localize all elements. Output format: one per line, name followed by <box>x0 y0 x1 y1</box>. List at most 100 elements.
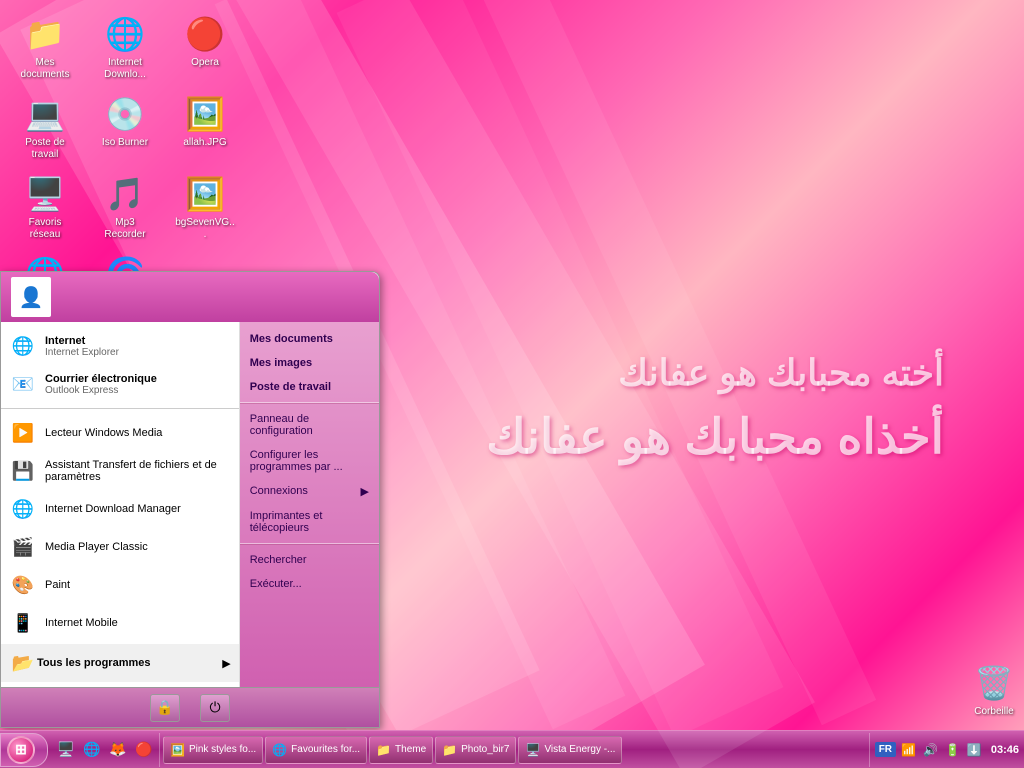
start-orb: ⊞ <box>7 736 35 764</box>
image-icon: 🖼️ <box>185 94 225 134</box>
menu-item-internet[interactable]: 🌐 Internet Internet Explorer <box>1 327 239 365</box>
start-button[interactable]: ⊞ <box>0 733 48 767</box>
menu-item-idm[interactable]: 🌐 Internet Download Manager <box>1 490 239 528</box>
taskbar-item-favourites[interactable]: 🌐 Favourites for... <box>265 736 367 764</box>
right-item-panneau-config[interactable]: Panneau de configuration <box>240 407 379 443</box>
icon-label: Iso Burner <box>102 137 148 149</box>
menu-item-lecteur-media[interactable]: ▶️ Lecteur Windows Media <box>1 414 239 452</box>
arrow-right-icon: ▶ <box>361 485 369 498</box>
right-divider-2 <box>240 543 379 545</box>
icon-row-0: 📁 Mes documents 🌐 Internet Downlo... 🔴 O… <box>10 10 240 85</box>
start-menu: 👤 🌐 Internet Internet Explorer 📧 <box>0 271 380 728</box>
recycle-bin[interactable]: 🗑️ Corbeille <box>974 663 1014 718</box>
menu-item-media-player-classic[interactable]: 🎬 Media Player Classic <box>1 528 239 566</box>
icon-row-1: 💻 Poste de travail 💿 Iso Burner 🖼️ allah… <box>10 90 240 165</box>
desktop: أخته محبابك هو عفانك أخذاه محبابك هو عفا… <box>0 0 1024 768</box>
start-menu-left: 🌐 Internet Internet Explorer 📧 Courrier … <box>1 322 240 687</box>
network-icon: 🖥️ <box>25 174 65 214</box>
language-indicator[interactable]: FR <box>875 742 896 757</box>
desktop-icon-poste-travail[interactable]: 💻 Poste de travail <box>10 90 80 165</box>
icon-label: Favoris réseau <box>14 217 76 241</box>
ie-menu-icon: 🌐 <box>9 332 37 360</box>
icon-label: bgSevenVG... <box>174 217 236 241</box>
tray-icon-battery[interactable]: 🔋 <box>943 741 962 759</box>
power-button[interactable]: ⏻ <box>200 694 230 722</box>
icon-label: allah.JPG <box>183 137 226 149</box>
ql-opera-btn[interactable]: 🔴 <box>132 738 156 762</box>
mpc-menu-icon: 🎬 <box>9 533 37 561</box>
desktop-arabic-text: أخته محبابك هو عفانك أخذاه محبابك هو عفا… <box>486 350 944 469</box>
transfer-menu-icon: 💾 <box>9 457 37 485</box>
taskbar-item-icon: 🌐 <box>272 743 287 757</box>
icon-label: Internet Downlo... <box>94 57 156 81</box>
programs-icon: 📂 <box>9 649 37 677</box>
start-menu-body: 🌐 Internet Internet Explorer 📧 Courrier … <box>1 322 379 687</box>
icon-row-2: 🖥️ Favoris réseau 🎵 Mp3 Recorder 🖼️ bgSe… <box>10 170 240 245</box>
lock-button[interactable]: 🔒 <box>150 694 180 722</box>
ql-desktop-btn[interactable]: 🖥️ <box>54 738 78 762</box>
idm-icon: 🌐 <box>105 14 145 54</box>
desktop-icon-opera[interactable]: 🔴 Opera <box>170 10 240 85</box>
computer-icon: 💻 <box>25 94 65 134</box>
taskbar-item-icon: 🖼️ <box>170 743 185 757</box>
right-item-imprimantes[interactable]: Imprimantes et télécopieurs <box>240 504 379 540</box>
user-avatar: 👤 <box>11 277 51 317</box>
right-item-executer[interactable]: Exécuter... <box>240 572 379 596</box>
desktop-icon-bgsevenVG[interactable]: 🖼️ bgSevenVG... <box>170 170 240 245</box>
idm-menu-icon: 🌐 <box>9 495 37 523</box>
menu-item-text: Internet Internet Explorer <box>45 335 119 358</box>
tray-icon-network[interactable]: 📶 <box>899 741 918 759</box>
ql-firefox-btn[interactable]: 🦊 <box>106 738 130 762</box>
paint-menu-icon: 🎨 <box>9 571 37 599</box>
menu-item-internet-mobile[interactable]: 📱 Internet Mobile <box>1 604 239 642</box>
taskbar-item-icon: 📁 <box>376 743 391 757</box>
opera-icon: 🔴 <box>185 14 225 54</box>
taskbar: ⊞ 🖥️ 🌐 🦊 🔴 🖼️ Pink styles fo... 🌐 Favour… <box>0 730 1024 768</box>
taskbar-item-vista[interactable]: 🖥️ Vista Energy -... <box>518 736 622 764</box>
right-divider-1 <box>240 402 379 404</box>
menu-item-courrier[interactable]: 📧 Courrier électronique Outlook Express <box>1 365 239 403</box>
quick-launch: 🖥️ 🌐 🦊 🔴 <box>51 733 160 767</box>
system-tray: FR 📶 🔊 🔋 ⬇️ 03:46 <box>869 733 1024 767</box>
right-item-connexions[interactable]: Connexions ▶ <box>240 479 379 504</box>
desktop-icon-mp3-recorder[interactable]: 🎵 Mp3 Recorder <box>90 170 160 245</box>
recycle-bin-label: Corbeille <box>974 706 1013 718</box>
start-menu-footer: 🔒 ⏻ <box>1 687 379 727</box>
icon-label: Mp3 Recorder <box>94 217 156 241</box>
taskbar-item-icon: 🖥️ <box>525 743 540 757</box>
right-item-mes-documents[interactable]: Mes documents <box>240 327 379 351</box>
email-menu-icon: 📧 <box>9 370 37 398</box>
start-menu-right: Mes documents Mes images Poste de travai… <box>240 322 379 687</box>
disc-icon: 💿 <box>105 94 145 134</box>
icon-label: Opera <box>191 57 219 69</box>
taskbar-item-theme[interactable]: 📁 Theme <box>369 736 433 764</box>
start-left-top: 🌐 Internet Internet Explorer 📧 Courrier … <box>1 327 239 409</box>
tray-icon-volume[interactable]: 🔊 <box>921 741 940 759</box>
taskbar-item-photo[interactable]: 📁 Photo_bir7 <box>435 736 516 764</box>
right-item-rechercher[interactable]: Rechercher <box>240 548 379 572</box>
image2-icon: 🖼️ <box>185 174 225 214</box>
tray-icon-idm[interactable]: ⬇️ <box>965 741 984 759</box>
taskbar-item-pink[interactable]: 🖼️ Pink styles fo... <box>163 736 263 764</box>
right-item-configurer[interactable]: Configurer les programmes par ... <box>240 443 379 479</box>
ql-ie-btn[interactable]: 🌐 <box>80 738 104 762</box>
right-item-poste-travail[interactable]: Poste de travail <box>240 375 379 399</box>
menu-item-paint[interactable]: 🎨 Paint <box>1 566 239 604</box>
desktop-icon-allah-jpg[interactable]: 🖼️ allah.JPG <box>170 90 240 165</box>
menu-item-assistant-transfert[interactable]: 💾 Assistant Transfert de fichiers et de … <box>1 452 239 490</box>
desktop-icon-mes-documents[interactable]: 📁 Mes documents <box>10 10 80 85</box>
right-item-mes-images[interactable]: Mes images <box>240 351 379 375</box>
media-menu-icon: ▶️ <box>9 419 37 447</box>
desktop-icon-iso-burner[interactable]: 💿 Iso Burner <box>90 90 160 165</box>
mobile-menu-icon: 📱 <box>9 609 37 637</box>
icon-label: Mes documents <box>14 57 76 81</box>
menu-item-text-courrier: Courrier électronique Outlook Express <box>45 373 157 396</box>
taskbar-item-icon: 📁 <box>442 743 457 757</box>
desktop-icon-favoris-reseau[interactable]: 🖥️ Favoris réseau <box>10 170 80 245</box>
desktop-icon-internet-download[interactable]: 🌐 Internet Downlo... <box>90 10 160 85</box>
chevron-right-icon: ▶ <box>222 657 230 670</box>
icon-label: Poste de travail <box>14 137 76 161</box>
music-icon: 🎵 <box>105 174 145 214</box>
all-programs-button[interactable]: 📂 Tous les programmes ▶ <box>1 644 239 682</box>
recycle-bin-icon: 🗑️ <box>974 663 1014 703</box>
